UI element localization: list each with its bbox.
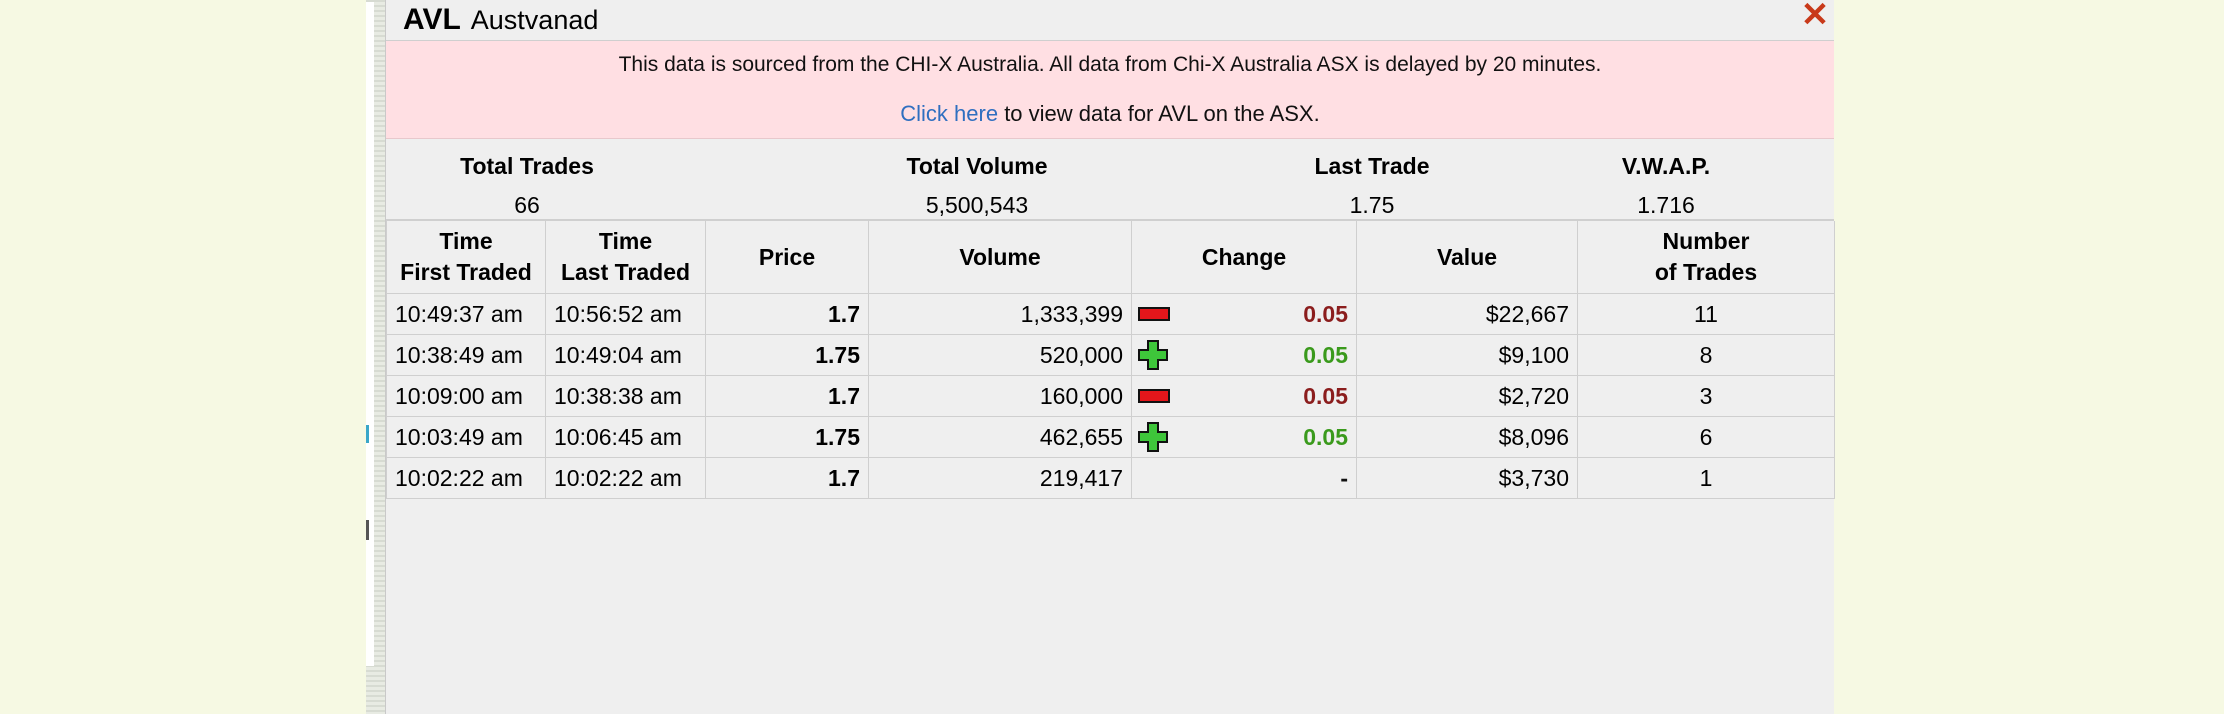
panel-titlebar: AVL Austvanad ✕ bbox=[386, 0, 1834, 41]
col-header-volume[interactable]: Volume bbox=[868, 221, 1132, 294]
cell-volume: 160,000 bbox=[868, 375, 1132, 417]
cell-value: $9,100 bbox=[1356, 334, 1578, 376]
cell-num-trades: 1 bbox=[1577, 457, 1835, 499]
change-value: 0.05 bbox=[1303, 341, 1348, 368]
close-icon[interactable]: ✕ bbox=[1800, 0, 1830, 32]
summary-value: 1.75 bbox=[1349, 192, 1395, 218]
cell-time-last: 10:56:52 am bbox=[545, 293, 706, 335]
notice-link-line: Click here to view data for AVL on the A… bbox=[386, 101, 1834, 127]
minus-icon bbox=[1138, 389, 1170, 403]
stock-code: AVL bbox=[403, 3, 461, 36]
cell-change: 0.05 bbox=[1131, 334, 1357, 376]
summary-label: Total Volume bbox=[906, 153, 1048, 179]
summary-value: 5,500,543 bbox=[925, 192, 1029, 218]
cell-value: $3,730 bbox=[1356, 457, 1578, 499]
col-header-time-last[interactable]: Time Last Traded bbox=[545, 221, 706, 294]
summary-bar: Total Trades 66 Total Volume 5,500,543 L… bbox=[386, 139, 1834, 221]
table-row: 10:02:22 am 10:02:22 am 1.7 219,417- $3,730 1 bbox=[386, 457, 1835, 499]
summary-label: V.W.A.P. bbox=[1621, 153, 1711, 179]
cell-time-first: 10:09:00 am bbox=[386, 375, 546, 417]
cell-change: - bbox=[1131, 457, 1357, 499]
change-value: 0.05 bbox=[1303, 423, 1348, 450]
cell-num-trades: 3 bbox=[1577, 375, 1835, 417]
plus-icon bbox=[1138, 422, 1168, 452]
cell-time-last: 10:06:45 am bbox=[545, 416, 706, 458]
trade-data-panel: AVL Austvanad ✕ This data is sourced fro… bbox=[385, 0, 1835, 714]
cell-price: 1.7 bbox=[705, 457, 869, 499]
cell-num-trades: 11 bbox=[1577, 293, 1835, 335]
cell-value: $2,720 bbox=[1356, 375, 1578, 417]
cell-time-first: 10:38:49 am bbox=[386, 334, 546, 376]
summary-value: 66 bbox=[514, 192, 540, 218]
notice-text: This data is sourced from the CHI-X Aust… bbox=[618, 53, 1602, 76]
col-header-value[interactable]: Value bbox=[1356, 221, 1578, 294]
cell-change: 0.05 bbox=[1131, 293, 1357, 335]
cell-num-trades: 8 bbox=[1577, 334, 1835, 376]
data-source-notice: This data is sourced from the CHI-X Aust… bbox=[386, 41, 1834, 139]
cell-num-trades: 6 bbox=[1577, 416, 1835, 458]
minus-icon bbox=[1138, 307, 1170, 321]
background-window-edge bbox=[366, 0, 385, 714]
summary-value: 1.716 bbox=[1637, 192, 1695, 218]
cell-time-first: 10:02:22 am bbox=[386, 457, 546, 499]
summary-label: Last Trade bbox=[1314, 153, 1430, 179]
cell-change: 0.05 bbox=[1131, 416, 1357, 458]
cell-volume: 219,417 bbox=[868, 457, 1132, 499]
background-window-strip bbox=[366, 2, 374, 666]
trades-table: Time First Traded Time Last Traded Price V… bbox=[386, 221, 1835, 499]
cell-price: 1.7 bbox=[705, 375, 869, 417]
cell-value: $22,667 bbox=[1356, 293, 1578, 335]
table-header-row: Time First Traded Time Last Traded Price V… bbox=[386, 221, 1835, 294]
company-name: Austvanad bbox=[470, 4, 599, 35]
cell-time-last: 10:38:38 am bbox=[545, 375, 706, 417]
summary-label: Total Trades bbox=[460, 153, 594, 179]
col-header-time-first[interactable]: Time First Traded bbox=[386, 221, 546, 294]
cell-change: 0.05 bbox=[1131, 375, 1357, 417]
col-header-price[interactable]: Price bbox=[705, 221, 869, 294]
col-header-change[interactable]: Change bbox=[1131, 221, 1357, 294]
cell-price: 1.75 bbox=[705, 416, 869, 458]
cell-time-first: 10:49:37 am bbox=[386, 293, 546, 335]
background-edge-mark bbox=[366, 425, 369, 443]
change-value: 0.05 bbox=[1303, 382, 1348, 409]
cell-volume: 520,000 bbox=[868, 334, 1132, 376]
table-row: 10:09:00 am 10:38:38 am 1.7 160,000 0.05 $2,7… bbox=[386, 375, 1835, 417]
background-edge-mark bbox=[366, 520, 369, 540]
col-header-num-trades[interactable]: Number of Trades bbox=[1577, 221, 1835, 294]
cell-volume: 462,655 bbox=[868, 416, 1132, 458]
table-row: 10:38:49 am 10:49:04 am 1.75 520,000 0.05 $9,… bbox=[386, 334, 1835, 376]
cell-time-last: 10:02:22 am bbox=[545, 457, 706, 499]
cell-price: 1.75 bbox=[705, 334, 869, 376]
asx-data-link[interactable]: Click here bbox=[900, 101, 998, 126]
table-row: 10:49:37 am 10:56:52 am 1.7 1,333,399 0.05 $2… bbox=[386, 293, 1835, 335]
plus-icon bbox=[1138, 340, 1168, 370]
change-value: 0.05 bbox=[1303, 300, 1348, 327]
table-row: 10:03:49 am 10:06:45 am 1.75 462,655 0.05 $8,… bbox=[386, 416, 1835, 458]
cell-time-last: 10:49:04 am bbox=[545, 334, 706, 376]
cell-value: $8,096 bbox=[1356, 416, 1578, 458]
cell-volume: 1,333,399 bbox=[868, 293, 1132, 335]
notice-link-rest: to view data for AVL on the ASX. bbox=[998, 101, 1320, 126]
cell-price: 1.7 bbox=[705, 293, 869, 335]
change-value: - bbox=[1340, 464, 1348, 491]
cell-time-first: 10:03:49 am bbox=[386, 416, 546, 458]
